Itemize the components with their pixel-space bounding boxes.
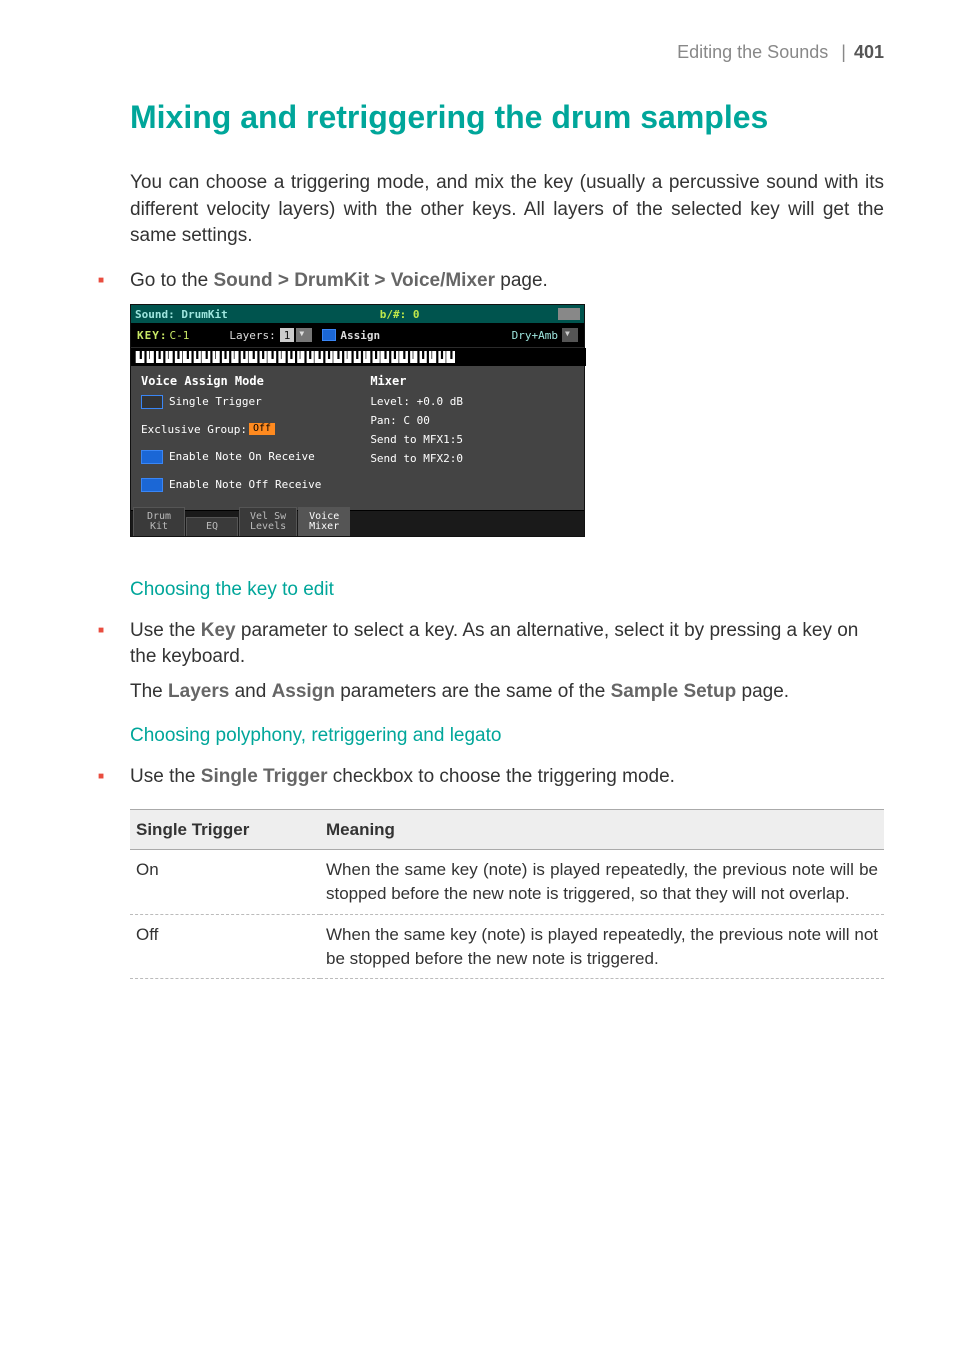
trigger-bullet: ■ Use the Single Trigger checkbox to cho… [70,764,884,791]
row-on-label: On [130,850,320,915]
bullet-icon: ■ [98,764,130,790]
voice-assign-panel: Voice Assign Mode Single Trigger Exclusi… [137,370,366,502]
intro-paragraph: You can choose a triggering mode, and mi… [70,170,884,250]
p1-layers: Layers [168,681,229,702]
exclusive-group-label: Exclusive Group: [141,423,247,436]
ss-title-mid: b/#: 0 [380,308,558,321]
page-number: 401 [854,42,884,62]
p1-m: and [229,681,271,702]
dryamb-select[interactable]: Dry+Amb [512,329,558,342]
layers-assign-para: The Layers and Assign parameters are the… [70,679,884,706]
b1-pre: Use the [130,620,201,641]
b2-key: Single Trigger [201,766,328,787]
mfx1-line[interactable]: Send to MFX1:5 [370,433,574,446]
nav-post: page. [495,270,548,291]
device-screenshot: Sound: DrumKit b/#: 0 KEY: C-1 Layers: 1… [130,304,585,537]
layers-value[interactable]: 1 [280,328,295,342]
p1-post: page. [736,681,789,702]
voice-assign-heading: Voice Assign Mode [141,374,362,388]
sep: | [833,42,854,62]
pan-line[interactable]: Pan: C 00 [370,414,574,427]
enable-note-off-label: Enable Note Off Receive [169,478,321,491]
layers-dropdown-icon[interactable] [296,328,312,342]
enable-note-off-checkbox[interactable] [141,478,163,492]
mixer-heading: Mixer [370,374,574,388]
key-value[interactable]: C-1 [170,329,190,342]
p1-pre: The [130,681,168,702]
page-title: Mixing and retriggering the drum samples [70,95,884,140]
nav-bullet: ■ Go to the Sound > DrumKit > Voice/Mixe… [70,268,884,295]
level-line[interactable]: Level: +0.0 dB [370,395,574,408]
tab-eq[interactable]: EQ [186,517,238,536]
th-col2: Meaning [320,809,884,850]
key-label: KEY: [137,329,168,342]
exclusive-group-value[interactable]: Off [249,423,275,435]
enable-note-on-label: Enable Note On Receive [169,450,315,463]
p1-m2: parameters are the same of the [335,681,611,702]
b2-post: checkbox to choose the triggering mode. [327,766,674,787]
assign-checkbox[interactable] [322,329,336,341]
th-col1: Single Trigger [130,809,320,850]
assign-label: Assign [340,329,380,342]
mfx2-line[interactable]: Send to MFX2:0 [370,452,574,465]
b2-pre: Use the [130,766,201,787]
mixer-panel: Mixer Level: +0.0 dB Pan: C 00 Send to M… [366,370,578,502]
tab-drumkit[interactable]: DrumKit [133,507,185,536]
table-row: Off When the same key (note) is played r… [130,914,884,979]
row-on-meaning: When the same key (note) is played repea… [320,850,884,915]
b1-key: Key [201,620,236,641]
ss-titlebar: Sound: DrumKit b/#: 0 [131,305,584,323]
single-trigger-checkbox[interactable] [141,395,163,409]
ss-param-row: KEY: C-1 Layers: 1 Assign Dry+Amb [131,323,584,347]
row-off-label: Off [130,914,320,979]
row-off-meaning: When the same key (note) is played repea… [320,914,884,979]
subheading-key: Choosing the key to edit [70,577,884,604]
section-name: Editing the Sounds [677,42,828,62]
subheading-poly: Choosing polyphony, retriggering and leg… [70,723,884,750]
keyboard-ruler[interactable] [131,348,584,366]
bullet-icon: ■ [98,268,130,294]
nav-pre: Go to the [130,270,213,291]
nav-path: Sound > DrumKit > Voice/Mixer [213,270,495,291]
ss-title: Sound: DrumKit [135,308,380,321]
running-header: Editing the Sounds |401 [70,40,884,65]
bullet-icon: ■ [98,618,130,644]
single-trigger-label: Single Trigger [169,395,262,408]
tab-voicemixer[interactable]: VoiceMixer [298,507,350,536]
dryamb-dropdown-icon[interactable] [562,328,578,342]
table-row: On When the same key (note) is played re… [130,850,884,915]
p1-assign: Assign [272,681,335,702]
tab-velsw[interactable]: Vel SwLevels [239,507,297,536]
key-bullet: ■ Use the Key parameter to select a key.… [70,618,884,671]
ss-tabbar: DrumKit EQ Vel SwLevels VoiceMixer [131,510,584,536]
menu-icon[interactable] [558,308,580,320]
enable-note-on-checkbox[interactable] [141,450,163,464]
p1-sample: Sample Setup [611,681,737,702]
trigger-table: Single Trigger Meaning On When the same … [130,809,884,980]
b1-post: parameter to select a key. As an alterna… [130,620,858,668]
layers-label: Layers: [229,329,275,342]
